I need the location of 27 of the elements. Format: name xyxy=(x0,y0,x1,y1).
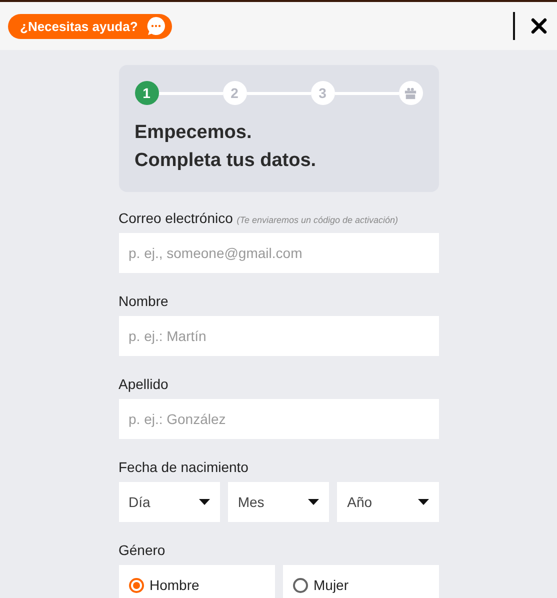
input-field[interactable]: p. ej., someone@gmail.com xyxy=(118,233,438,273)
heading: Completa tus datos. xyxy=(134,149,318,173)
input-field[interactable]: p. ej.: González xyxy=(118,399,438,439)
radio-button[interactable] xyxy=(292,578,308,592)
step-indicator: 3 xyxy=(310,81,334,105)
step-indicator: 2 xyxy=(222,81,246,105)
field-hint: (Te enviaremos un código de activación) xyxy=(236,215,398,225)
field-label: Género xyxy=(118,542,166,558)
field-label: Fecha de nacimiento xyxy=(118,459,248,475)
close-icon xyxy=(531,18,547,34)
step-indicator: 1 xyxy=(134,81,158,105)
select-field[interactable]: Día xyxy=(118,482,220,522)
heading: Empecemos. xyxy=(134,121,253,145)
caret-icon xyxy=(308,499,320,505)
radio-option[interactable]: Mujer xyxy=(282,565,438,598)
field-label: Nombre xyxy=(118,293,168,309)
caret-icon xyxy=(198,499,210,505)
chat-icon xyxy=(146,16,166,36)
select-field[interactable]: Mes xyxy=(228,482,330,522)
close-button[interactable] xyxy=(531,18,547,34)
radio-button[interactable] xyxy=(128,578,144,592)
select-field[interactable]: Año xyxy=(337,482,438,522)
field-label: Apellido xyxy=(118,376,168,392)
input-field[interactable]: p. ej.: Martín xyxy=(118,316,438,356)
caret-icon xyxy=(418,499,428,505)
field-label: Correo electrónico xyxy=(118,210,233,226)
radio-option[interactable]: Hombre xyxy=(118,565,274,598)
